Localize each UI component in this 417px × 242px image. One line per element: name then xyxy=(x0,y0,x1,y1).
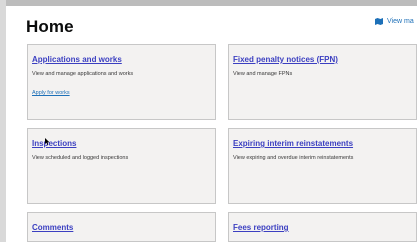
expiring-interim-reinstatements-description: View expiring and overdue interim reinst… xyxy=(233,155,354,161)
applications-and-works-link[interactable]: Applications and works xyxy=(32,55,122,64)
comments-link[interactable]: Comments xyxy=(32,223,73,232)
apply-for-works-link[interactable]: Apply for works xyxy=(32,90,70,96)
inspections-description: View scheduled and logged inspections xyxy=(32,155,129,161)
view-map-link[interactable]: View ma xyxy=(375,18,414,25)
fees-reporting-card: Fees reporting xyxy=(228,212,417,242)
mouse-cursor-icon xyxy=(45,138,50,145)
fees-reporting-link[interactable]: Fees reporting xyxy=(233,223,289,232)
comments-card: Comments xyxy=(27,212,216,242)
page-title: Home xyxy=(26,17,74,36)
expiring-interim-reinstatements-link[interactable]: Expiring interim reinstatements xyxy=(233,139,353,148)
expiring-interim-reinstatements-card: Expiring interim reinstatements View exp… xyxy=(228,128,417,204)
fixed-penalty-notices-link[interactable]: Fixed penalty notices (FPN) xyxy=(233,55,338,64)
fixed-penalty-notices-card: Fixed penalty notices (FPN) View and man… xyxy=(228,44,417,120)
map-icon xyxy=(375,18,383,25)
applications-and-works-card: Applications and works View and manage a… xyxy=(27,44,216,120)
view-map-link-label: View ma xyxy=(387,18,414,25)
inspections-link[interactable]: Inspections xyxy=(32,139,76,148)
inspections-card: Inspections View scheduled and logged in… xyxy=(27,128,216,204)
home-page: Home View ma Applications and works View… xyxy=(6,6,417,242)
applications-and-works-description: View and manage applications and works xyxy=(32,71,134,77)
fixed-penalty-notices-description: View and manage FPNs xyxy=(233,71,293,77)
